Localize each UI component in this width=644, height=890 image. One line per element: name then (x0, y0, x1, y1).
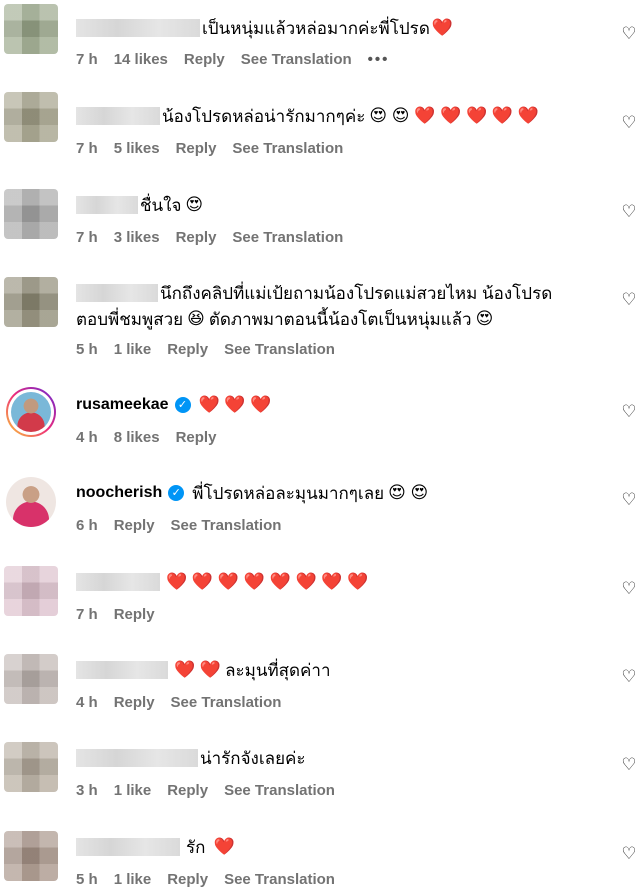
reply-button[interactable]: Reply (167, 341, 208, 358)
comment-time: 5 h (76, 871, 98, 888)
username-blurred[interactable] (76, 749, 198, 767)
like-count[interactable]: 5 likes (114, 140, 160, 157)
see-translation-button[interactable]: See Translation (224, 341, 335, 358)
emoji-reactions: ❤️ ❤️ ❤️ (198, 395, 272, 414)
reply-button[interactable]: Reply (184, 51, 225, 68)
heart-emoji: ❤️ (213, 837, 235, 856)
verified-badge-icon: ✓ (174, 397, 191, 413)
comment-item: เป็นหนุ่มแล้วหล่อมากค่ะพี่โปรด ❤️ 7 h 14… (0, 0, 644, 88)
see-translation-button[interactable]: See Translation (232, 140, 343, 157)
comment-time: 7 h (76, 140, 98, 157)
reply-button[interactable]: Reply (114, 517, 155, 534)
emoji-reactions: 😍 (185, 195, 204, 214)
more-options-icon[interactable]: ••• (368, 51, 390, 68)
see-translation-button[interactable]: See Translation (241, 51, 352, 68)
avatar[interactable] (4, 189, 58, 239)
username[interactable]: noocherish (76, 484, 162, 502)
comment-time: 3 h (76, 782, 98, 799)
comment-text: รัก (186, 837, 206, 857)
see-translation-button[interactable]: See Translation (232, 229, 343, 246)
comment-item: noocherish ✓ พี่โปรดหล่อละมุนมากๆเลย 😍 😍… (0, 465, 644, 554)
heart-outline-icon[interactable]: ♡ (620, 25, 638, 43)
emoji-reactions: 😍 😍 (388, 483, 429, 502)
username-blurred[interactable] (76, 196, 138, 214)
comment-item: ❤️ ❤️ ❤️ ❤️ ❤️ ❤️ ❤️ ❤️ 7 h Reply ♡ (0, 554, 644, 642)
avatar[interactable] (4, 831, 58, 881)
heart-outline-icon[interactable]: ♡ (620, 291, 638, 309)
comment-text: ชื่นใจ (140, 195, 182, 215)
comment-text: ละมุนที่สุดค่าา (225, 660, 331, 680)
laughing-emoji: 😆 (187, 309, 205, 328)
comment-text: เป็นหนุ่มแล้วหล่อมากค่ะพี่โปรด (202, 18, 430, 38)
emoji-reactions: 😍 😍 ❤️ ❤️ ❤️ ❤️ ❤️ (369, 106, 539, 125)
like-count[interactable]: 3 likes (114, 229, 160, 246)
username-blurred[interactable] (76, 107, 160, 125)
avatar[interactable] (4, 4, 58, 54)
reply-button[interactable]: Reply (167, 871, 208, 888)
comment-item: รัก ❤️ 5 h 1 like Reply See Translation … (0, 819, 644, 890)
avatar[interactable] (4, 277, 58, 327)
see-translation-button[interactable]: See Translation (171, 694, 282, 711)
comment-time: 5 h (76, 341, 98, 358)
comment-time: 7 h (76, 606, 98, 623)
heart-outline-icon[interactable]: ♡ (620, 114, 638, 132)
verified-badge-icon: ✓ (168, 485, 185, 501)
comment-time: 7 h (76, 229, 98, 246)
like-count[interactable]: 1 like (114, 782, 152, 799)
like-count[interactable]: 14 likes (114, 51, 168, 68)
see-translation-button[interactable]: See Translation (171, 517, 282, 534)
comment-item: นึกถึงคลิปที่แม่เป้ยถามน้องโปรดแม่สวยไหม… (0, 265, 644, 377)
username-blurred[interactable] (76, 284, 158, 302)
heart-outline-icon[interactable]: ♡ (620, 756, 638, 774)
heart-eyes-emoji: 😍 (475, 309, 494, 328)
reply-button[interactable]: Reply (176, 140, 217, 157)
avatar[interactable] (6, 477, 56, 527)
heart-outline-icon[interactable]: ♡ (620, 668, 638, 686)
comment-item: rusameekae ✓ ❤️ ❤️ ❤️ 4 h 8 likes Reply … (0, 377, 644, 465)
comment-time: 6 h (76, 517, 98, 534)
like-count[interactable]: 1 like (114, 341, 152, 358)
heart-outline-icon[interactable]: ♡ (620, 491, 638, 509)
comment-time: 7 h (76, 51, 98, 68)
comment-text: นึกถึงคลิปที่แม่เป้ยถามน้องโปรดแม่สวยไหม… (160, 283, 553, 303)
reply-button[interactable]: Reply (176, 229, 217, 246)
avatar[interactable] (4, 742, 58, 792)
like-count[interactable]: 8 likes (114, 429, 160, 446)
see-translation-button[interactable]: See Translation (224, 782, 335, 799)
username-blurred[interactable] (76, 573, 160, 591)
username-blurred[interactable] (76, 661, 168, 679)
comment-text-continued: ตัดภาพมาตอนนี้น้องโตเป็นหนุ่มแล้ว (208, 309, 472, 329)
heart-outline-icon[interactable]: ♡ (620, 580, 638, 598)
avatar[interactable] (4, 566, 58, 616)
username-blurred[interactable] (76, 19, 200, 37)
reply-button[interactable]: Reply (114, 606, 155, 623)
heart-outline-icon[interactable]: ♡ (620, 403, 638, 421)
heart-outline-icon[interactable]: ♡ (620, 203, 638, 221)
username-blurred[interactable] (76, 838, 180, 856)
avatar[interactable] (6, 387, 56, 437)
reply-button[interactable]: Reply (114, 694, 155, 711)
like-count[interactable]: 1 like (114, 871, 152, 888)
see-translation-button[interactable]: See Translation (224, 871, 335, 888)
emoji-reactions: ❤️ ❤️ ❤️ ❤️ ❤️ ❤️ ❤️ ❤️ (166, 572, 369, 591)
avatar[interactable] (4, 654, 58, 704)
comment-item: ❤️ ❤️ ละมุนที่สุดค่าา 4 h Reply See Tran… (0, 642, 644, 730)
username[interactable]: rusameekae (76, 396, 169, 414)
avatar[interactable] (4, 92, 58, 142)
comment-text: น่ารักจังเลยค่ะ (200, 748, 306, 768)
comment-item: น้องโปรดหล่อน่ารักมากๆค่ะ 😍 😍 ❤️ ❤️ ❤️ ❤… (0, 88, 644, 177)
comment-time: 4 h (76, 429, 98, 446)
comment-text: พี่โปรดหล่อละมุนมากๆเลย (192, 483, 385, 503)
comment-item: น่ารักจังเลยค่ะ 3 h 1 like Reply See Tra… (0, 730, 644, 819)
heart-emoji: ❤️ (431, 18, 454, 37)
reply-button[interactable]: Reply (167, 782, 208, 799)
comment-text-continued: ตอบพี่ชมพูสวย (76, 309, 184, 329)
emoji-reactions: ❤️ ❤️ (174, 660, 222, 679)
comment-text: น้องโปรดหล่อน่ารักมากๆค่ะ (162, 106, 366, 126)
heart-outline-icon[interactable]: ♡ (620, 845, 638, 863)
comment-item: ชื่นใจ 😍 7 h 3 likes Reply See Translati… (0, 177, 644, 265)
reply-button[interactable]: Reply (176, 429, 217, 446)
comment-time: 4 h (76, 694, 98, 711)
